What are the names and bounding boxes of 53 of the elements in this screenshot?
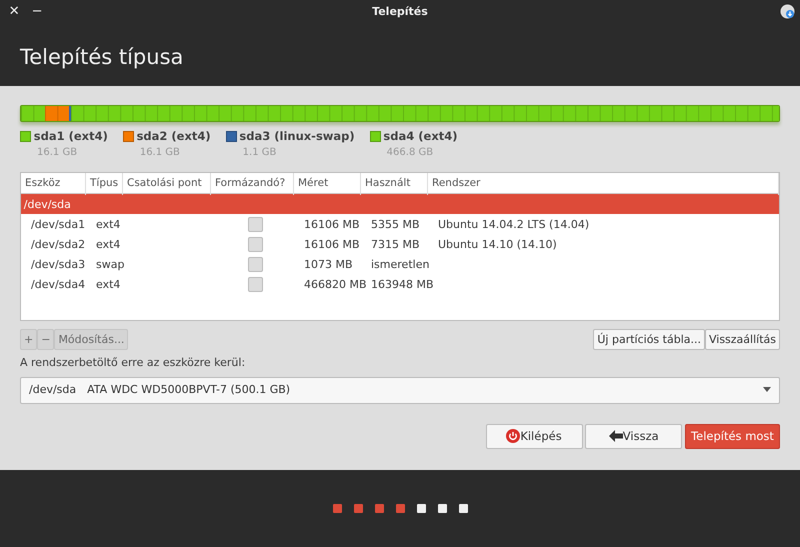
device-path: /dev/sda4 bbox=[31, 278, 86, 291]
system-cell: Ubuntu 14.10 (14.10) bbox=[438, 238, 557, 251]
device-path: /dev/sda1 bbox=[31, 218, 86, 231]
format-checkbox[interactable] bbox=[248, 276, 263, 292]
page-title: Telepítés típusa bbox=[19, 44, 184, 71]
table-row[interactable]: /dev/sda1 ext4 16106 MB 5355 MB Ubuntu 14.04.2 LTS (14.04) bbox=[21, 214, 779, 234]
partition-name: sda3 (linux-swap) bbox=[239, 128, 355, 144]
size-cell: 16106 MB bbox=[304, 218, 360, 231]
table-row[interactable]: /dev/sda3 swap 1073 MB ismeretlen bbox=[21, 254, 779, 274]
install-now-button[interactable]: Telepítés most bbox=[685, 424, 780, 449]
device-path: /dev/sda2 bbox=[31, 238, 86, 251]
filesystem-type: ext4 bbox=[96, 238, 120, 251]
used-cell: ismeretlen bbox=[371, 258, 430, 271]
system-cell: Ubuntu 14.04.2 LTS (14.04) bbox=[438, 218, 590, 231]
quit-button[interactable]: Kilépés bbox=[486, 424, 582, 449]
format-checkbox[interactable] bbox=[248, 236, 263, 252]
filesystem-type: ext4 bbox=[96, 278, 120, 291]
size-cell: 1073 MB bbox=[304, 258, 353, 271]
partition-size: 16.1 GB bbox=[36, 146, 78, 160]
partition-size: 1.1 GB bbox=[242, 146, 278, 160]
used-cell: 7315 MB bbox=[371, 238, 420, 251]
back-arrow-icon bbox=[608, 430, 623, 442]
filesystem-type: swap bbox=[96, 258, 124, 271]
device-description: ATA WDC WD5000BPVT-7 (500.1 GB) bbox=[87, 382, 290, 398]
partition-size: 466.8 GB bbox=[386, 146, 434, 160]
format-checkbox[interactable] bbox=[248, 216, 263, 232]
table-row[interactable]: /dev/sda bbox=[21, 194, 779, 214]
dropdown-arrow-icon bbox=[763, 387, 771, 392]
device-path: /dev/sda bbox=[22, 196, 71, 212]
back-button[interactable]: Vissza bbox=[585, 424, 682, 449]
minimize-button[interactable]: − bbox=[26, 0, 49, 24]
filesystem-type: ext4 bbox=[96, 218, 120, 231]
format-checkbox[interactable] bbox=[248, 256, 263, 272]
device-path: /dev/sda bbox=[29, 382, 76, 398]
size-cell: 16106 MB bbox=[304, 238, 360, 251]
window-title: Telepítés bbox=[372, 4, 428, 20]
bootloader-label: A rendszerbetöltő erre az eszközre kerül: bbox=[20, 355, 246, 372]
table-row[interactable]: /dev/sda4 ext4 466820 MB 163948 MB bbox=[21, 274, 779, 294]
used-cell: 5355 MB bbox=[371, 218, 420, 231]
partition-name: sda1 (ext4) bbox=[34, 128, 108, 144]
partition-name: sda2 (ext4) bbox=[136, 128, 211, 144]
partition-name: sda4 (ext4) bbox=[383, 128, 458, 144]
installer-icon bbox=[780, 4, 794, 20]
partition-size: 16.1 GB bbox=[138, 146, 181, 160]
used-cell: 163948 MB bbox=[371, 278, 434, 291]
new-partition-table-button[interactable]: Új partíciós tábla... bbox=[593, 328, 705, 350]
bootloader-device-dropdown[interactable]: /dev/sda ATA WDC WD5000BPVT-7 (500.1 GB) bbox=[20, 376, 780, 404]
table-row[interactable]: /dev/sda2 ext4 16106 MB 7315 MB Ubuntu 14.10 (14.10) bbox=[21, 234, 779, 254]
revert-button[interactable]: Visszaállítás bbox=[704, 328, 780, 350]
power-icon bbox=[506, 429, 520, 444]
device-path: /dev/sda3 bbox=[31, 258, 86, 271]
size-cell: 466820 MB bbox=[304, 278, 367, 291]
close-button[interactable]: ✕ bbox=[2, 0, 26, 24]
